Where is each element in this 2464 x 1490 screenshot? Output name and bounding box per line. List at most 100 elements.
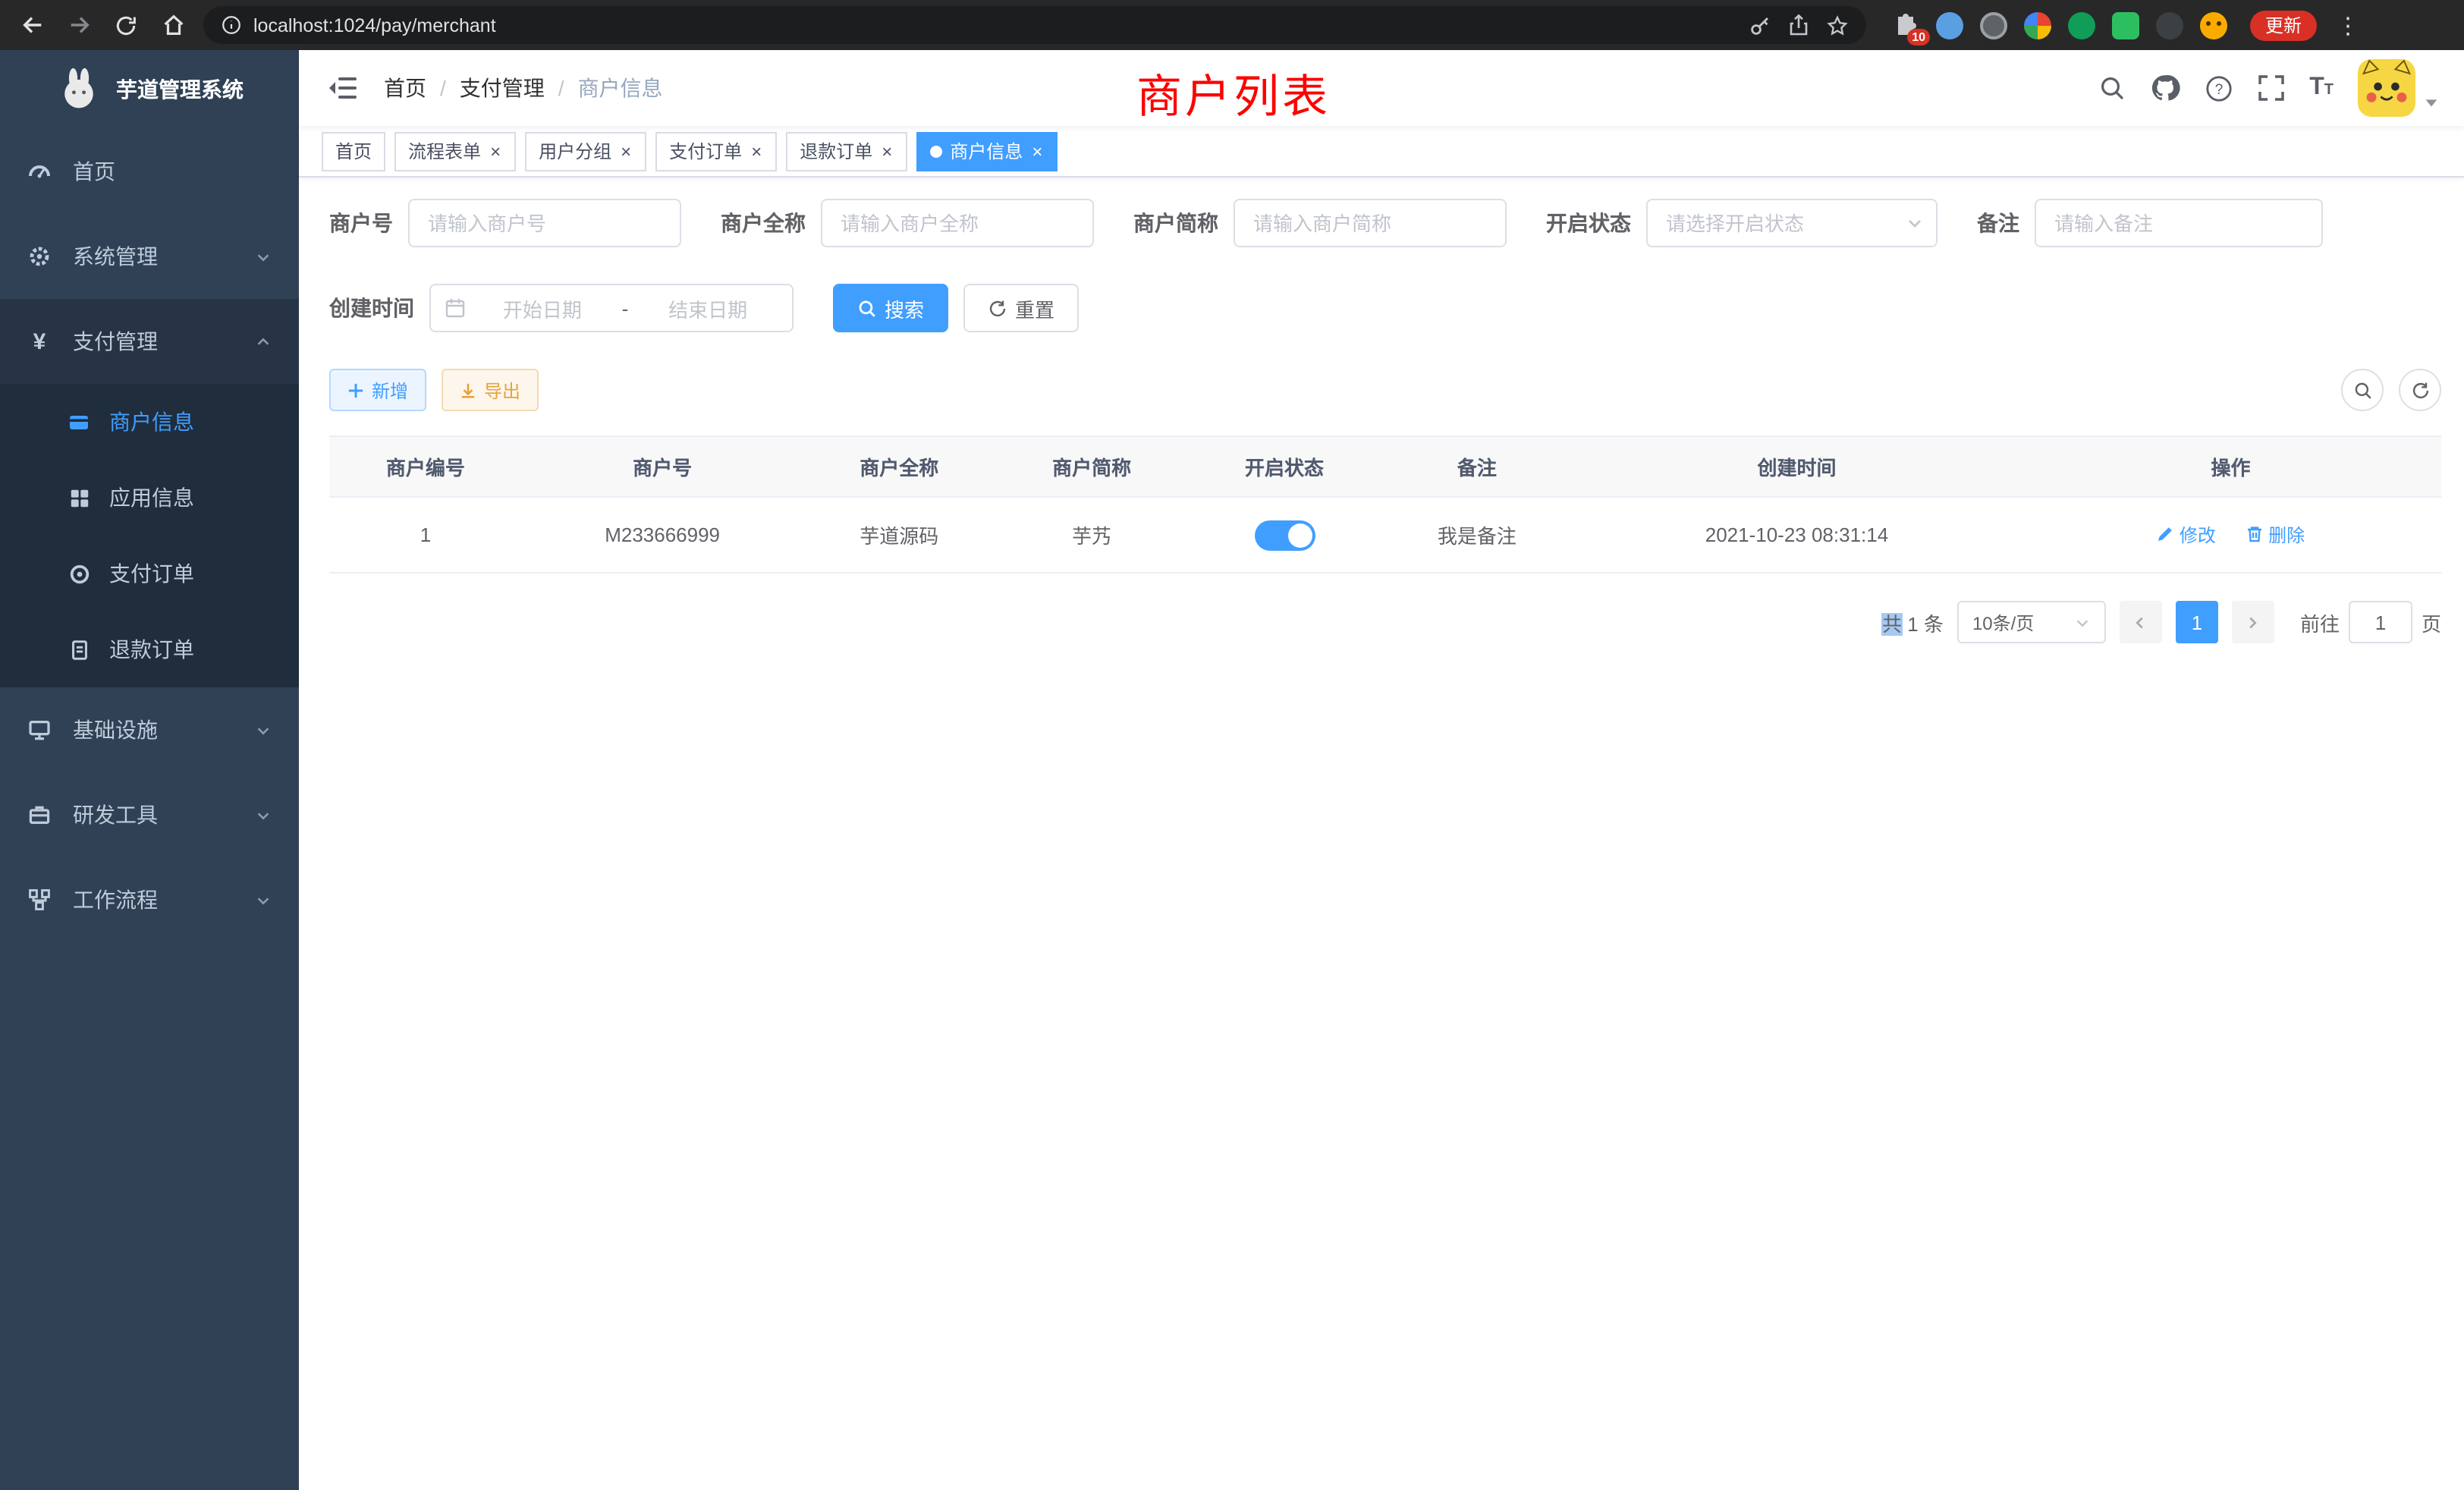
extensions-puzzle-icon[interactable]: 10: [1892, 11, 1919, 39]
breadcrumb-item[interactable]: 支付管理: [460, 73, 545, 103]
tab-refund-order[interactable]: 退款订单 ×: [786, 131, 907, 171]
user-dropdown[interactable]: [2358, 59, 2440, 117]
extension-green-square-icon[interactable]: [2112, 11, 2139, 39]
merchant-no-label: 商户号: [329, 208, 393, 238]
end-date-placeholder[interactable]: 结束日期: [637, 294, 778, 322]
sidebar-item-label: 商户信息: [109, 407, 194, 437]
tab-process-form[interactable]: 流程表单 ×: [394, 131, 516, 171]
remark-label: 备注: [1977, 208, 2019, 238]
status-select[interactable]: [1646, 199, 1938, 247]
home-icon[interactable]: [156, 8, 190, 42]
tab-home[interactable]: 首页: [322, 131, 385, 171]
export-button[interactable]: 导出: [442, 369, 539, 411]
sidebar-item-infrastructure[interactable]: 基础设施: [0, 687, 299, 772]
table-header-row: 商户编号 商户号 商户全称 商户简称 开启状态 备注 创建时间 操作: [329, 436, 2441, 497]
tab-merchant-info[interactable]: 商户信息 ×: [916, 131, 1058, 171]
search-button[interactable]: 搜索: [833, 284, 948, 332]
fullscreen-icon[interactable]: [2258, 74, 2285, 102]
sidebar-item-merchant-info[interactable]: 商户信息: [0, 384, 299, 460]
dashboard-icon: [27, 159, 52, 184]
close-icon[interactable]: ×: [1030, 142, 1044, 160]
edit-link[interactable]: 修改: [2157, 522, 2216, 548]
breadcrumb-separator: /: [440, 76, 446, 100]
remark-input[interactable]: [2035, 199, 2323, 247]
sidebar-item-label: 支付管理: [73, 326, 158, 357]
screen: localhost:1024/pay/merchant 10: [0, 0, 2464, 1490]
date-range-picker[interactable]: 开始日期 - 结束日期: [429, 284, 794, 332]
key-icon[interactable]: [1749, 14, 1771, 36]
font-size-icon[interactable]: [2309, 76, 2334, 100]
sidebar-item-pay-order[interactable]: 支付订单: [0, 536, 299, 611]
sidebar-item-app-info[interactable]: 应用信息: [0, 460, 299, 536]
pagination: 共 1 条 10条/页 1 前往 页: [329, 601, 2441, 643]
page-1-button[interactable]: 1: [2176, 601, 2218, 643]
sidebar-item-payment[interactable]: ¥ 支付管理: [0, 299, 299, 384]
extension-pinwheel-icon[interactable]: [2156, 11, 2183, 39]
range-separator: -: [619, 297, 632, 319]
close-icon[interactable]: ×: [880, 142, 894, 160]
refresh-icon[interactable]: [109, 8, 143, 42]
sidebar-item-refund-order[interactable]: 退款订单: [0, 611, 299, 687]
full-name-input[interactable]: [821, 199, 1094, 247]
user-avatar[interactable]: [2358, 59, 2415, 117]
page-size-select[interactable]: 10条/页: [1957, 601, 2106, 643]
sidebar-item-workflow[interactable]: 工作流程: [0, 857, 299, 942]
sidebar-item-system[interactable]: 系统管理: [0, 214, 299, 299]
share-icon[interactable]: [1789, 14, 1809, 36]
extension-colorwheel-icon[interactable]: [2024, 11, 2051, 39]
browser-update-button[interactable]: 更新: [2250, 10, 2317, 40]
app-logo[interactable]: 芋道管理系统: [0, 50, 299, 129]
add-button[interactable]: 新增: [329, 369, 426, 411]
breadcrumb-item[interactable]: 首页: [384, 73, 426, 103]
merchant-table: 商户编号 商户号 商户全称 商户简称 开启状态 备注 创建时间 操作 1: [329, 435, 2441, 574]
col-remark: 备注: [1381, 436, 1573, 497]
search-icon[interactable]: [2098, 74, 2126, 102]
refresh-table-icon[interactable]: [2399, 369, 2441, 411]
close-icon[interactable]: ×: [619, 142, 633, 160]
toggle-search-icon[interactable]: [2341, 369, 2384, 411]
reset-button[interactable]: 重置: [963, 284, 1079, 332]
col-merchant-id: 商户编号: [329, 436, 522, 497]
delete-link[interactable]: 删除: [2246, 522, 2305, 548]
sidebar-item-home[interactable]: 首页: [0, 129, 299, 214]
sidebar-menu: 首页 系统管理 ¥ 支付管理: [0, 129, 299, 942]
extension-green-circle-icon[interactable]: [2068, 11, 2095, 39]
next-page-button[interactable]: [2232, 601, 2274, 643]
cell-create-time: 2021-10-23 08:31:14: [1573, 497, 2020, 573]
sidebar-item-label: 首页: [73, 156, 115, 187]
back-icon[interactable]: [15, 8, 49, 42]
goto-page-input[interactable]: [2349, 601, 2412, 643]
cell-actions: 修改 删除: [2020, 497, 2441, 573]
forward-icon[interactable]: [62, 8, 96, 42]
short-name-input[interactable]: [1234, 199, 1507, 247]
calendar-icon: [445, 297, 466, 319]
browser-menu-icon[interactable]: ⋮: [2330, 11, 2365, 39]
close-icon[interactable]: ×: [750, 142, 763, 160]
tab-user-group[interactable]: 用户分组 ×: [525, 131, 646, 171]
cell-remark: 我是备注: [1381, 497, 1573, 573]
extension-dark-icon[interactable]: [1980, 11, 2007, 39]
active-dot: [930, 145, 942, 157]
address-bar[interactable]: localhost:1024/pay/merchant: [203, 6, 1866, 44]
col-full-name: 商户全称: [803, 436, 995, 497]
merchant-no-input[interactable]: [408, 199, 681, 247]
tab-pay-order[interactable]: 支付订单 ×: [655, 131, 777, 171]
github-icon[interactable]: [2150, 73, 2180, 103]
extension-blue-icon[interactable]: [1936, 11, 1963, 39]
profile-avatar-icon[interactable]: [2200, 11, 2227, 39]
sidebar-item-dev-tools[interactable]: 研发工具: [0, 772, 299, 857]
breadcrumb: 首页 / 支付管理 / 商户信息: [384, 73, 663, 103]
info-icon[interactable]: [222, 15, 241, 35]
prev-page-button[interactable]: [2120, 601, 2162, 643]
sidebar-item-label: 研发工具: [73, 800, 158, 830]
sidebar-collapse-icon[interactable]: [323, 70, 363, 106]
start-date-placeholder[interactable]: 开始日期: [472, 294, 613, 322]
cell-merchant-id: 1: [329, 497, 522, 573]
order-icon: [67, 561, 91, 586]
help-icon[interactable]: ?: [2205, 74, 2233, 102]
bookmark-star-icon[interactable]: [1827, 14, 1848, 36]
sidebar-item-label: 工作流程: [73, 885, 158, 915]
close-icon[interactable]: ×: [489, 142, 502, 160]
sidebar-item-label: 支付订单: [109, 558, 194, 589]
status-toggle[interactable]: [1254, 520, 1315, 550]
